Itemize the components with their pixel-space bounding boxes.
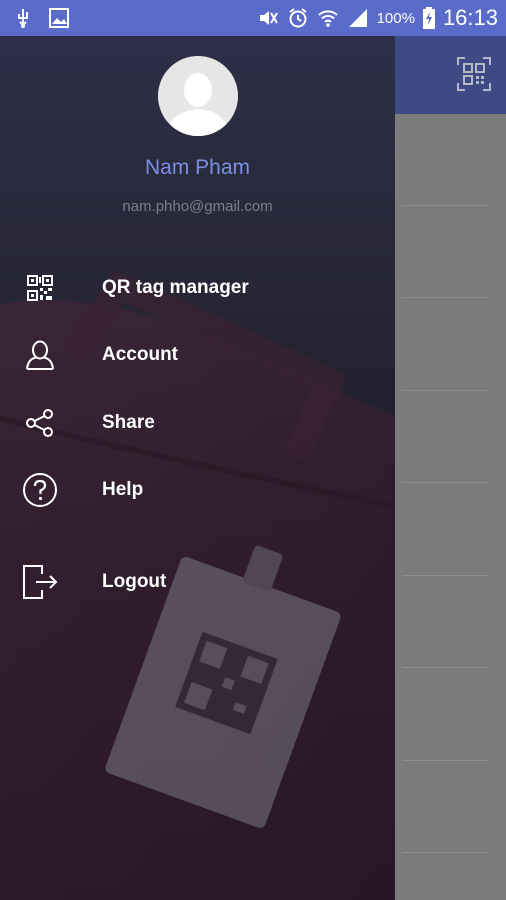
menu-item-label: Logout	[102, 571, 167, 592]
menu-item-label: Account	[102, 344, 178, 365]
wifi-icon	[317, 7, 339, 29]
user-name: Nam Pham	[144, 156, 251, 179]
battery-charging-icon	[422, 7, 435, 29]
list-divider	[402, 297, 488, 298]
menu-item-label: QR tag manager	[102, 277, 249, 298]
qr-code-icon	[22, 270, 58, 306]
menu-item-share[interactable]: Share	[0, 394, 395, 452]
list-divider	[402, 760, 488, 761]
background-list	[395, 114, 506, 900]
list-divider	[402, 667, 488, 668]
user-icon	[22, 337, 58, 373]
clock-time: 16:13	[442, 5, 498, 30]
qr-scan-icon[interactable]	[456, 56, 492, 92]
mute-icon	[257, 7, 279, 29]
help-icon	[22, 472, 58, 508]
battery-percent: 100%	[376, 9, 415, 27]
usb-icon	[12, 7, 34, 29]
share-icon	[22, 405, 58, 441]
menu-item-label: Share	[102, 412, 155, 433]
alarm-icon	[287, 7, 309, 29]
logout-icon	[22, 564, 58, 600]
menu-item-account[interactable]: Account	[0, 326, 395, 384]
list-divider	[402, 575, 488, 576]
avatar[interactable]	[158, 56, 238, 136]
list-divider	[402, 390, 488, 391]
list-divider	[402, 852, 488, 853]
navigation-drawer: Nam Pham nam.phho@gmail.com QR tag manag…	[0, 36, 395, 900]
list-divider	[402, 482, 488, 483]
image-icon	[48, 7, 70, 29]
signal-icon	[347, 7, 369, 29]
status-bar: 100% 16:13	[0, 0, 506, 36]
menu-item-qr-tag-manager[interactable]: QR tag manager	[0, 259, 395, 317]
menu-item-help[interactable]: Help	[0, 461, 395, 519]
user-avatar-icon	[158, 56, 238, 136]
menu-item-logout[interactable]: Logout	[0, 553, 395, 611]
menu-item-label: Help	[102, 479, 144, 500]
user-email: nam.phho@gmail.com	[122, 198, 273, 215]
list-divider	[402, 205, 488, 206]
